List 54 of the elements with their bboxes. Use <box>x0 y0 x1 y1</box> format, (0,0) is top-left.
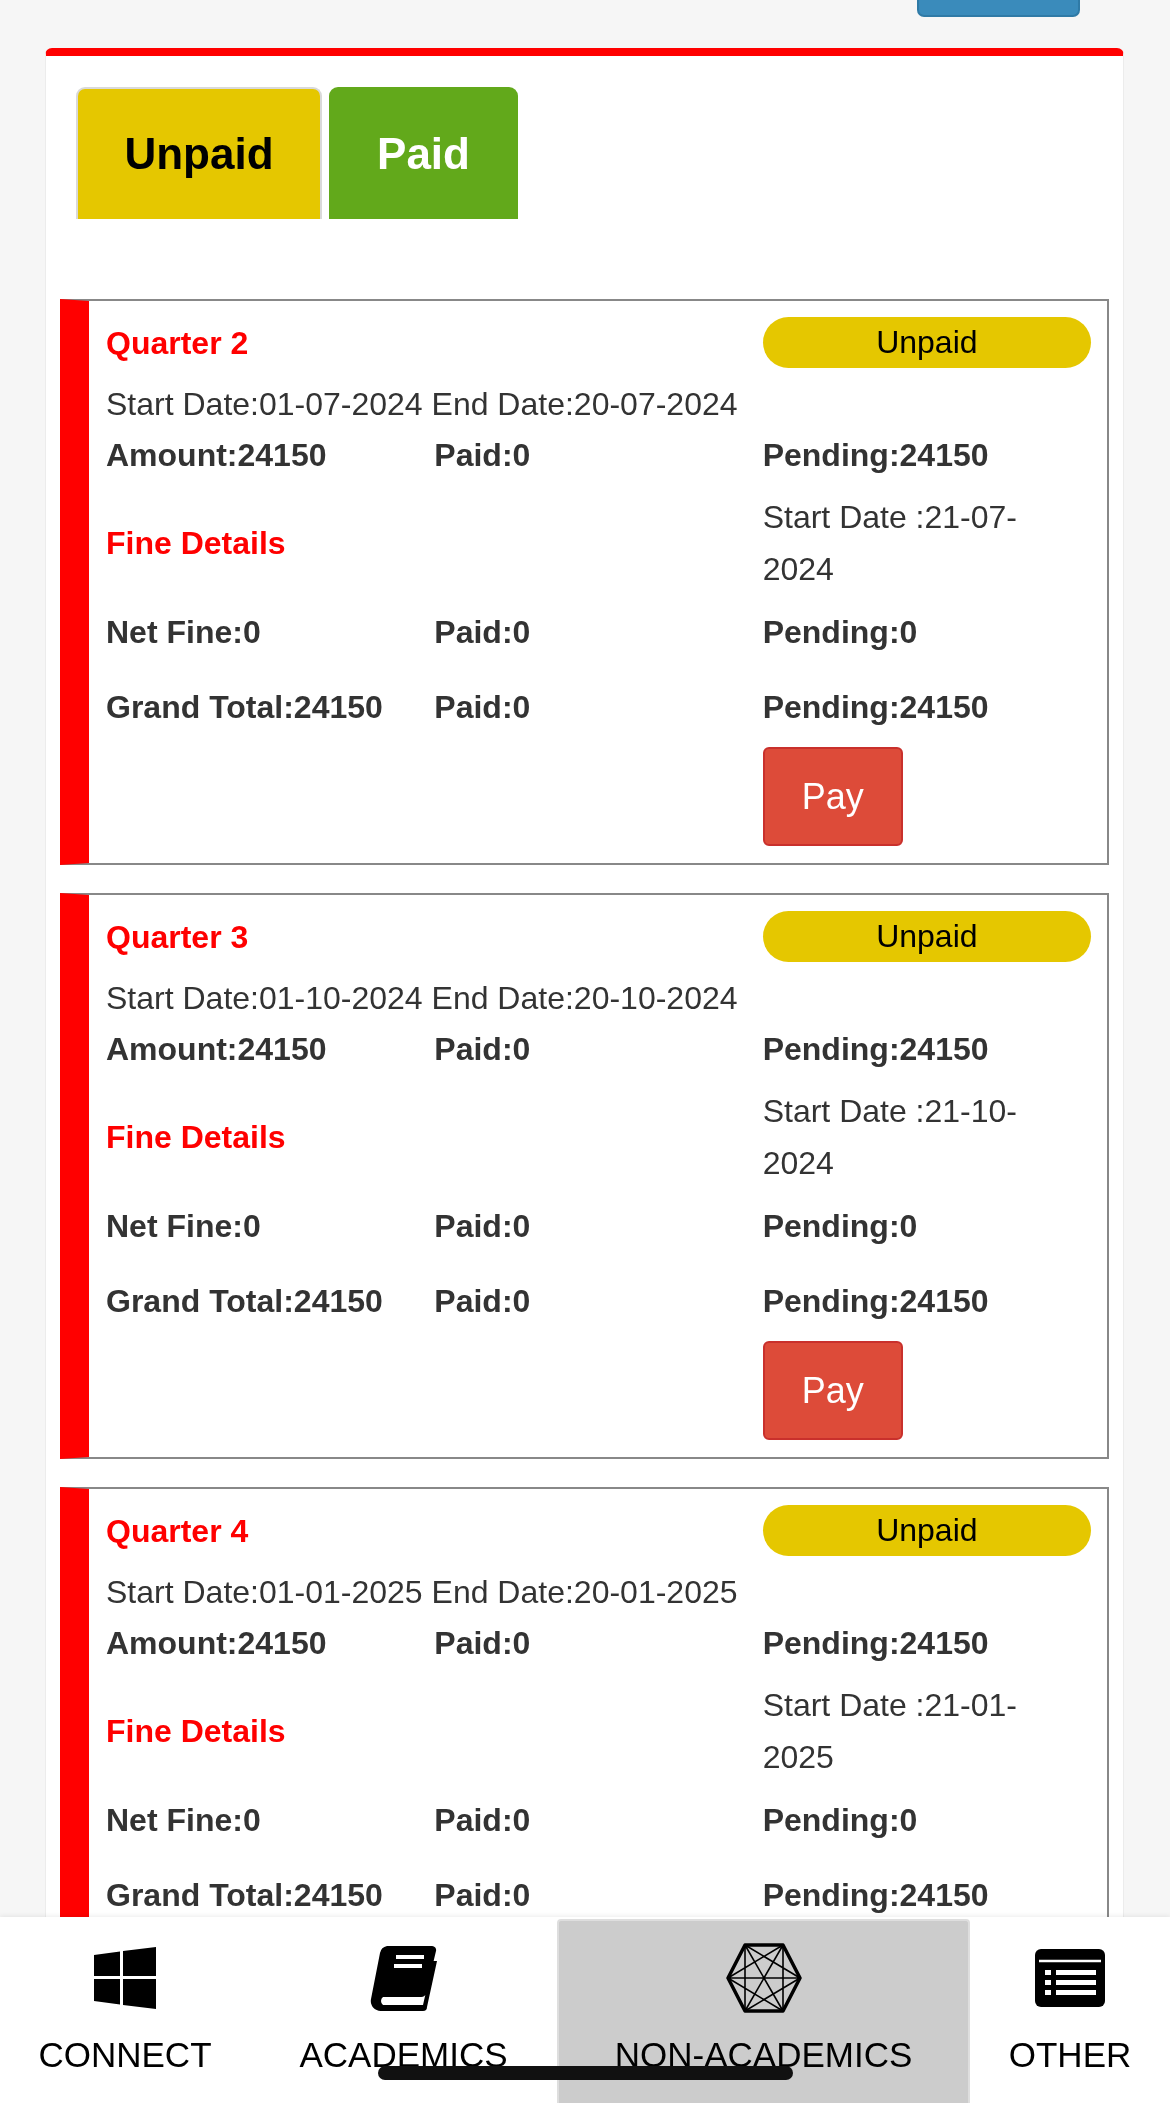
total-pending-text: Pending:24150 <box>762 688 989 727</box>
header-button[interactable] <box>917 0 1080 17</box>
fine-paid-text: Paid:0 <box>434 1207 531 1246</box>
fine-paid-text: Paid:0 <box>434 1801 531 1840</box>
fine-pending-text: Pending:0 <box>762 1801 918 1840</box>
fine-details-heading: Fine Details <box>106 1118 286 1157</box>
hexagon-icon <box>725 1943 802 2013</box>
fine-details-heading: Fine Details <box>106 524 286 563</box>
pending-text: Pending:24150 <box>762 1030 989 1069</box>
filter-tab[interactable]: Unpaid <box>76 87 322 219</box>
quarter-title: Quarter 4 <box>106 1511 249 1551</box>
net-fine-text: Net Fine:0 <box>106 1801 261 1840</box>
grand-total-text: Grand Total:24150 <box>106 1876 383 1915</box>
fine-pending-text: Pending:0 <box>762 1207 918 1246</box>
total-pending-text: Pending:24150 <box>762 1282 989 1321</box>
fine-pending-text: Pending:0 <box>762 613 918 652</box>
paid-text: Paid:0 <box>434 1624 531 1663</box>
pay-button[interactable]: Pay <box>762 747 903 846</box>
total-paid-text: Paid:0 <box>434 688 531 727</box>
total-paid-text: Paid:0 <box>434 1282 531 1321</box>
fine-details-heading: Fine Details <box>106 1712 286 1751</box>
nav-tab[interactable]: ACADEMICS <box>250 1919 557 2103</box>
quarter-title: Quarter 2 <box>106 323 249 363</box>
status-badge: Unpaid <box>762 911 1091 962</box>
pending-text: Pending:24150 <box>762 1624 989 1663</box>
date-range-text: Start Date:01-01-2025 End Date:20-01-2025 <box>106 1573 738 1612</box>
nav-tab[interactable]: OTHER <box>970 1919 1170 2103</box>
total-paid-text: Paid:0 <box>434 1876 531 1915</box>
amount-text: Amount:24150 <box>106 1624 327 1663</box>
nav-tab[interactable]: CONNECT <box>0 1919 250 2103</box>
status-badge: Unpaid <box>762 317 1091 368</box>
paid-text: Paid:0 <box>434 1030 531 1069</box>
four-panes-icon <box>94 1947 156 2009</box>
net-fine-text: Net Fine:0 <box>106 1207 261 1246</box>
date-range-text: Start Date:01-07-2024 End Date:20-07-2024 <box>106 385 738 424</box>
fine-start-date: Start Date :21-01-2025 <box>762 1686 1018 1777</box>
fine-start-date: Start Date :21-07-2024 <box>762 498 1018 589</box>
amount-text: Amount:24150 <box>106 436 327 475</box>
pending-text: Pending:24150 <box>762 436 989 475</box>
amount-text: Amount:24150 <box>106 1030 327 1069</box>
status-badge: Unpaid <box>762 1505 1091 1556</box>
nav-tab[interactable]: NON-ACADEMICS <box>557 1919 970 2103</box>
fine-paid-text: Paid:0 <box>434 613 531 652</box>
paid-text: Paid:0 <box>434 436 531 475</box>
grand-total-text: Grand Total:24150 <box>106 1282 383 1321</box>
fine-start-date: Start Date :21-10-2024 <box>762 1092 1018 1183</box>
total-pending-text: Pending:24150 <box>762 1876 989 1915</box>
book-icon <box>369 1945 438 2011</box>
pay-button[interactable]: Pay <box>762 1341 903 1440</box>
quarter-title: Quarter 3 <box>106 917 249 957</box>
grand-total-text: Grand Total:24150 <box>106 688 383 727</box>
list-icon <box>1035 1949 1105 2007</box>
date-range-text: Start Date:01-10-2024 End Date:20-10-2024 <box>106 979 738 1018</box>
net-fine-text: Net Fine:0 <box>106 613 261 652</box>
